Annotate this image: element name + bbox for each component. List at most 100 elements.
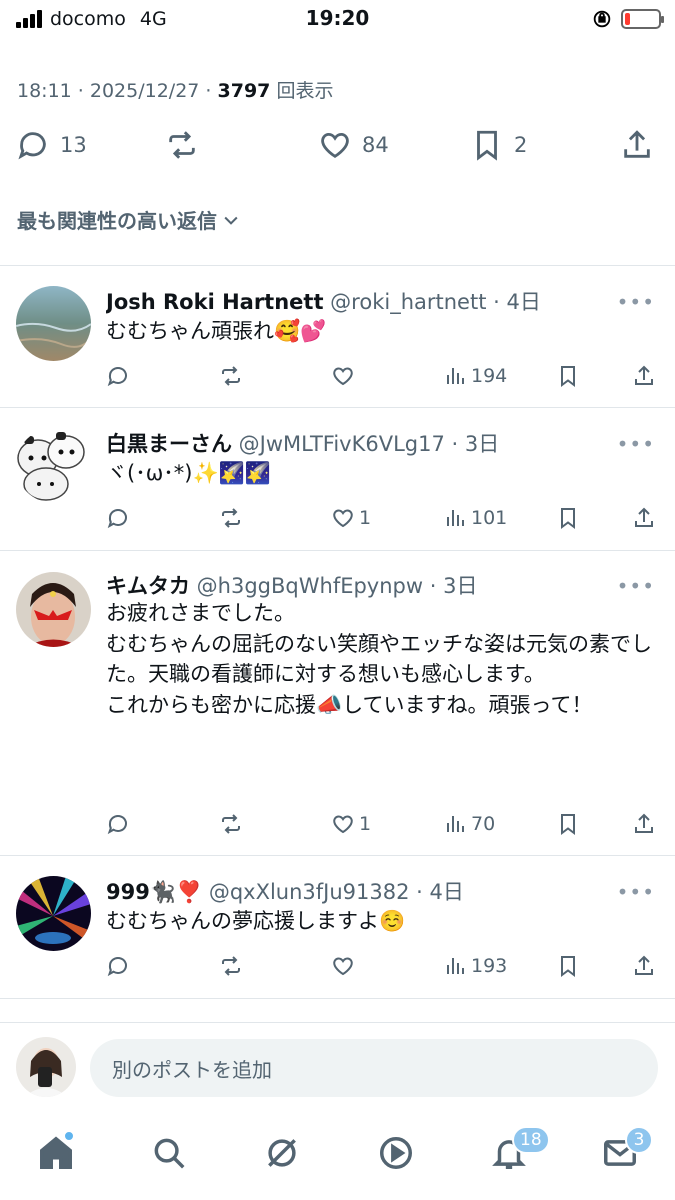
- more-icon[interactable]: •••: [617, 432, 655, 456]
- messages-badge: 3: [625, 1126, 653, 1154]
- bookmark-icon: [477, 130, 497, 161]
- views-button[interactable]: 193: [443, 954, 507, 978]
- like-icon: [333, 957, 353, 976]
- compose-placeholder: 別のポストを追加: [112, 1057, 272, 1082]
- avatar[interactable]: [16, 572, 91, 647]
- clock: 19:20: [305, 6, 370, 30]
- retweet-button[interactable]: [219, 364, 243, 388]
- bottom-tab-bar: 18 3: [0, 1118, 675, 1200]
- tab-grok[interactable]: [263, 1134, 307, 1178]
- reply-count: 13: [60, 133, 87, 157]
- reply-actions: 193: [0, 954, 675, 984]
- more-icon[interactable]: •••: [617, 290, 655, 314]
- like-button[interactable]: 1: [331, 812, 371, 836]
- chevron-down-icon: [224, 216, 238, 225]
- reply-icon: [107, 957, 127, 977]
- divider: [0, 1022, 675, 1023]
- tab-home[interactable]: [37, 1130, 81, 1178]
- like-count: 1: [359, 813, 372, 835]
- retweet-button[interactable]: [219, 954, 243, 978]
- more-icon[interactable]: •••: [617, 880, 655, 904]
- like-button[interactable]: 1: [331, 506, 371, 530]
- orientation-lock-icon: [593, 10, 611, 28]
- display-name[interactable]: 999🐈‍⬛❣️: [106, 880, 202, 904]
- tab-video[interactable]: [377, 1134, 421, 1178]
- avatar[interactable]: [16, 876, 91, 951]
- grok-icon: [268, 1139, 296, 1167]
- reply-icon: [18, 132, 46, 160]
- divider: [0, 855, 675, 856]
- bookmark-button[interactable]: [556, 954, 580, 978]
- retweet-icon: [222, 508, 240, 528]
- video-icon: [380, 1137, 412, 1169]
- avatar[interactable]: [16, 428, 91, 503]
- views-button[interactable]: 70: [443, 812, 495, 836]
- share-button[interactable]: [632, 812, 656, 836]
- view-count-label: 回表示: [270, 80, 334, 102]
- divider: [0, 407, 675, 408]
- reply-text: むむちゃん頑張れ🥰💕: [106, 319, 327, 343]
- share-button[interactable]: [632, 954, 656, 978]
- my-avatar[interactable]: [16, 1037, 76, 1097]
- view-count: 194: [471, 365, 508, 387]
- avatar[interactable]: [16, 286, 91, 361]
- reply-item[interactable]: キムタカ @h3ggBqWhfEpynpw · 3日 ••• お疲れさまでした。…: [0, 570, 675, 840]
- like-icon: [321, 132, 349, 158]
- display-name[interactable]: 白黒まーさん: [106, 432, 232, 456]
- view-count: 3797: [217, 80, 271, 102]
- reply-item[interactable]: Josh Roki Hartnett @roki_hartnett · 4日 •…: [0, 286, 675, 406]
- retweet-button[interactable]: [219, 812, 243, 836]
- sort-label: 最も関連性の高い返信: [17, 209, 217, 233]
- share-button[interactable]: [632, 506, 656, 530]
- reply-icon: [107, 367, 127, 387]
- views-icon: [447, 958, 464, 974]
- reply-button[interactable]: [106, 506, 130, 530]
- bookmark-button[interactable]: 2: [470, 128, 527, 162]
- handle-and-time[interactable]: @JwMLTFivK6VLg17 · 3日: [232, 432, 500, 456]
- handle-and-time[interactable]: @h3ggBqWhfEpynpw · 3日: [190, 574, 478, 598]
- retweet-button[interactable]: [219, 506, 243, 530]
- like-button[interactable]: [331, 364, 359, 388]
- bookmark-count: 2: [514, 133, 528, 157]
- share-icon: [635, 365, 653, 385]
- reply-button[interactable]: 13: [16, 128, 87, 162]
- reply-sort-dropdown[interactable]: 最も関連性の高い返信: [17, 205, 241, 234]
- divider: [0, 998, 675, 999]
- reply-icon: [107, 509, 127, 529]
- bookmark-button[interactable]: [556, 506, 580, 530]
- reply-item[interactable]: 白黒まーさん @JwMLTFivK6VLg17 · 3日 ••• ヾ(･ω･*)…: [0, 428, 675, 548]
- reply-text: ヾ(･ω･*)✨🌠🌠: [106, 461, 271, 485]
- handle-and-time[interactable]: @roki_hartnett · 4日: [324, 290, 541, 314]
- bookmark-icon: [561, 814, 575, 835]
- retweet-button[interactable]: [165, 128, 209, 162]
- tab-notifications[interactable]: 18: [490, 1126, 550, 1178]
- new-posts-dot: [63, 1130, 75, 1142]
- views-button[interactable]: 194: [443, 364, 507, 388]
- like-icon: [333, 509, 353, 528]
- reply-item[interactable]: 999🐈‍⬛❣️ @qxXlun3fJu91382 · 4日 ••• むむちゃん…: [0, 876, 675, 996]
- display-name[interactable]: Josh Roki Hartnett: [106, 290, 324, 314]
- compose-input[interactable]: 別のポストを追加: [90, 1039, 658, 1097]
- like-button[interactable]: [331, 954, 359, 978]
- reply-actions: 1 101: [0, 506, 675, 536]
- tab-messages[interactable]: 3: [601, 1126, 653, 1178]
- views-button[interactable]: 101: [443, 506, 507, 530]
- search-icon: [154, 1138, 185, 1169]
- more-icon[interactable]: •••: [617, 574, 655, 598]
- reply-button[interactable]: [106, 954, 130, 978]
- share-icon: [635, 955, 653, 975]
- display-name[interactable]: キムタカ: [106, 574, 190, 598]
- bookmark-icon: [561, 366, 575, 387]
- like-button[interactable]: 84: [318, 128, 389, 162]
- handle-and-time[interactable]: @qxXlun3fJu91382 · 4日: [202, 880, 464, 904]
- reply-text: お疲れさまでした。 むむちゃんの屈託のない笑顔やエッチな姿は元気の素でした。天職…: [106, 601, 652, 717]
- reply-button[interactable]: [106, 364, 130, 388]
- post-meta: 18:11 · 2025/12/27 · 3797 回表示: [17, 76, 333, 103]
- bookmark-button[interactable]: [556, 812, 580, 836]
- reply-button[interactable]: [106, 812, 130, 836]
- share-button[interactable]: [632, 364, 656, 388]
- bookmark-button[interactable]: [556, 364, 580, 388]
- share-button[interactable]: [620, 128, 654, 162]
- retweet-icon: [222, 814, 240, 834]
- tab-search[interactable]: [150, 1134, 194, 1178]
